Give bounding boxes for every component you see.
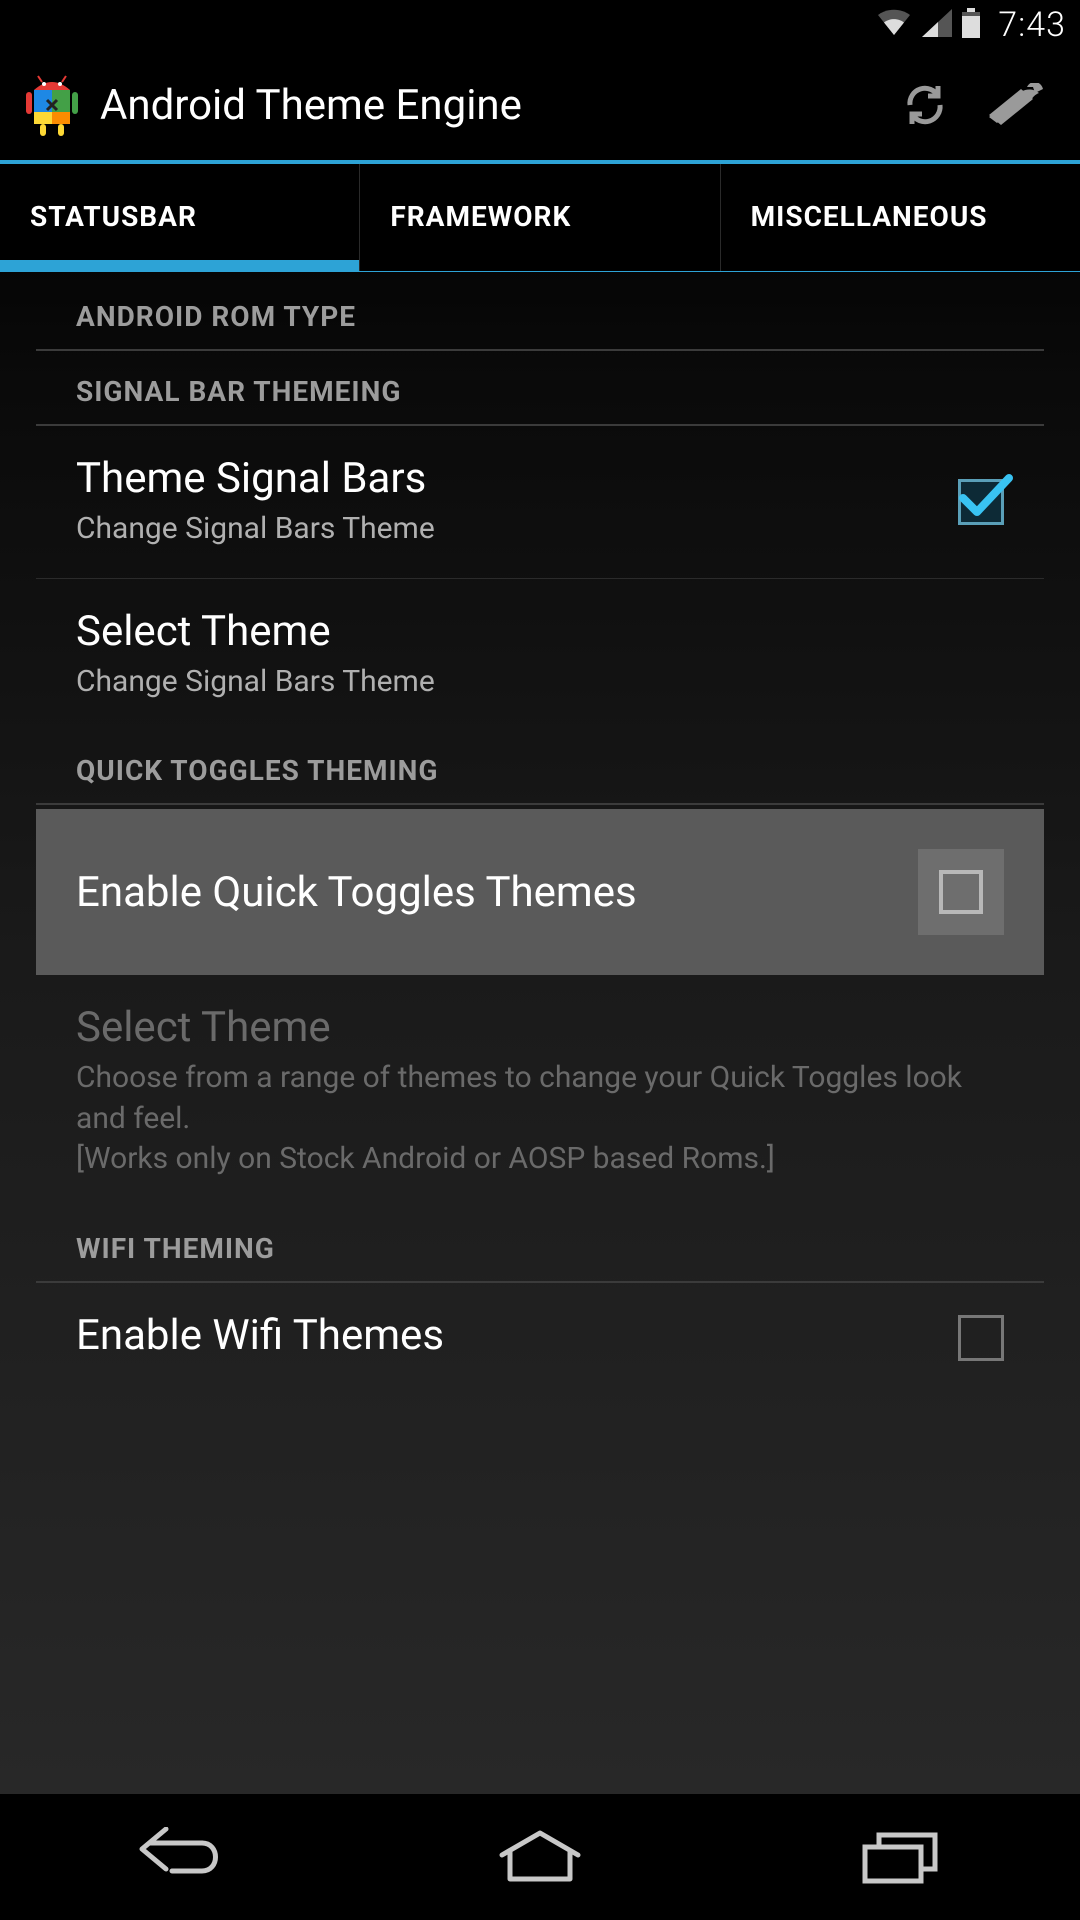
status-time: 7:43 <box>998 5 1066 45</box>
pref-title: Theme Signal Bars <box>76 454 938 503</box>
signal-icon <box>922 9 952 41</box>
pref-title: Enable Wifi Themes <box>76 1311 938 1360</box>
tab-framework[interactable]: FRAMEWORK <box>360 164 720 271</box>
tab-label: MISCELLANEOUS <box>751 201 988 233</box>
section-header-signal-bar: SIGNAL BAR THEMEING <box>36 351 1044 426</box>
section-header-rom-type: ANDROID ROM TYPE <box>36 272 1044 351</box>
pref-select-theme-signal[interactable]: Select Theme Change Signal Bars Theme <box>36 579 1044 731</box>
app-title: Android Theme Engine <box>100 81 880 130</box>
content: ANDROID ROM TYPE SIGNAL BAR THEMEING The… <box>0 272 1080 1790</box>
refresh-button[interactable] <box>880 65 970 145</box>
action-bar: Android Theme Engine <box>0 50 1080 164</box>
battery-icon <box>962 8 980 42</box>
settings-button[interactable] <box>970 65 1060 145</box>
pref-theme-signal-bars[interactable]: Theme Signal Bars Change Signal Bars The… <box>36 426 1044 579</box>
checkbox-unchecked-icon[interactable] <box>918 849 1004 935</box>
tab-label: FRAMEWORK <box>390 201 571 233</box>
pref-title: Select Theme <box>76 1003 1004 1052</box>
tab-statusbar[interactable]: STATUSBAR <box>0 164 360 271</box>
pref-summary: Change Signal Bars Theme <box>76 509 938 550</box>
back-button[interactable] <box>110 1822 250 1892</box>
section-header-wifi: WIFI THEMING <box>36 1208 1044 1283</box>
tab-label: STATUSBAR <box>30 201 197 233</box>
checkbox-checked-icon[interactable] <box>958 479 1004 525</box>
pref-title: Select Theme <box>76 607 1004 656</box>
recent-apps-button[interactable] <box>830 1822 970 1892</box>
tabs: STATUSBAR FRAMEWORK MISCELLANEOUS <box>0 164 1080 272</box>
pref-select-theme-quick-toggles: Select Theme Choose from a range of them… <box>36 975 1044 1208</box>
pref-enable-quick-toggles[interactable]: Enable Quick Toggles Themes <box>36 809 1044 975</box>
nav-bar <box>0 1794 1080 1920</box>
pref-enable-wifi-themes[interactable]: Enable Wifi Themes <box>36 1283 1044 1376</box>
pref-title: Enable Quick Toggles Themes <box>76 868 918 917</box>
wifi-icon <box>876 9 912 41</box>
home-button[interactable] <box>470 1822 610 1892</box>
pref-summary: Change Signal Bars Theme <box>76 662 1004 703</box>
status-bar: 7:43 <box>0 0 1080 50</box>
tab-miscellaneous[interactable]: MISCELLANEOUS <box>721 164 1080 271</box>
pref-summary: Choose from a range of themes to change … <box>76 1058 1004 1180</box>
app-icon <box>22 72 82 138</box>
section-header-quick-toggles: QUICK TOGGLES THEMING <box>36 730 1044 805</box>
checkbox-unchecked-icon[interactable] <box>958 1315 1004 1361</box>
